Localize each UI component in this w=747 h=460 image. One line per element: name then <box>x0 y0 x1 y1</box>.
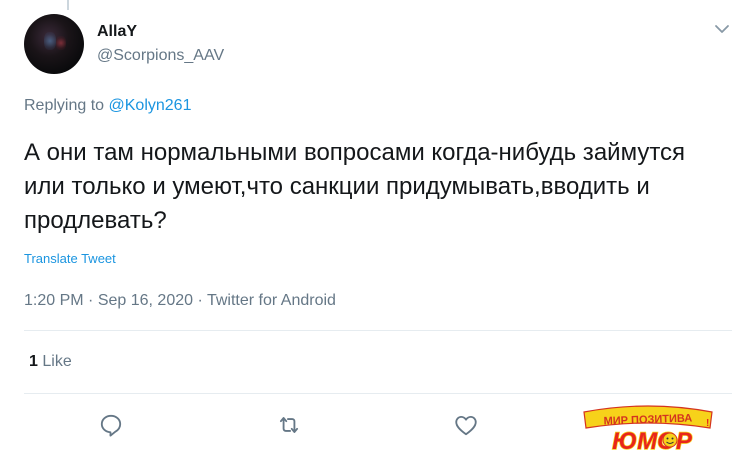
likes-stat[interactable]: 1 Like <box>29 352 72 372</box>
divider <box>24 330 732 331</box>
display-name[interactable]: AllaY <box>97 22 137 42</box>
meta-separator: · <box>88 292 94 309</box>
meta-separator: · <box>197 292 203 309</box>
watermark-line1: МИР ПОЗИТИВА <box>603 412 692 427</box>
tweet-text: А они там нормальными вопросами когда-ни… <box>24 139 686 234</box>
like-count: 1 <box>29 353 38 370</box>
tweet-metadata: 1:20 PM · Sep 16, 2020 · Twitter for And… <box>24 291 336 311</box>
avatar-highlight-red <box>56 36 66 50</box>
replying-mention-link[interactable]: @Kolyn261 <box>109 97 192 114</box>
avatar-highlight <box>44 32 56 50</box>
replying-to: Replying to @Kolyn261 <box>24 96 191 116</box>
screen-name[interactable]: @Scorpions_AAV <box>97 46 224 66</box>
translate-tweet-link[interactable]: Translate Tweet <box>24 251 116 267</box>
replying-prefix: Replying to <box>24 97 105 114</box>
reply-icon[interactable] <box>98 412 124 438</box>
thread-connector-line <box>67 0 69 10</box>
divider <box>24 393 732 394</box>
watermark-line2: ЮМОР <box>612 428 693 455</box>
avatar[interactable] <box>24 14 84 74</box>
tweet-time[interactable]: 1:20 PM <box>24 292 84 309</box>
retweet-icon[interactable] <box>276 412 302 438</box>
chevron-down-icon[interactable] <box>713 20 731 38</box>
humor-watermark-logo: МИР ПОЗИТИВА ЮМОР ! <box>583 405 713 456</box>
tweet-source[interactable]: Twitter for Android <box>207 292 336 309</box>
like-label: Like <box>42 353 72 370</box>
svg-text:!: ! <box>706 418 709 429</box>
heart-icon[interactable] <box>453 412 479 438</box>
tweet-date[interactable]: Sep 16, 2020 <box>98 292 193 309</box>
